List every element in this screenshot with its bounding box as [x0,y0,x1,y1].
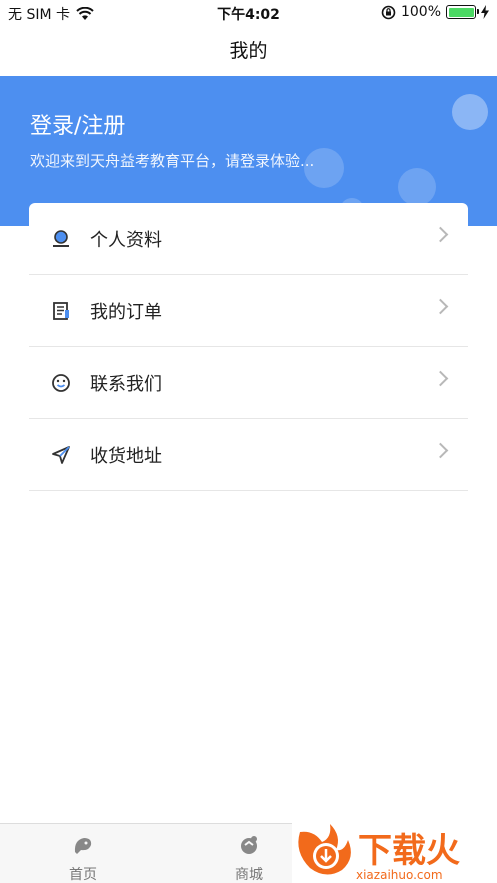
login-register-link[interactable]: 登录/注册 [30,108,125,140]
nav-bar: 我的 [0,26,497,76]
status-bar: 无 SIM 卡 下午4:02 100% [0,0,497,26]
menu-item-contact[interactable]: 联系我们 [29,347,468,419]
order-icon [50,300,72,322]
menu-item-orders[interactable]: 我的订单 [29,275,468,347]
charging-icon [481,5,489,19]
menu-item-profile[interactable]: 个人资料 [29,203,468,275]
login-subtitle: 欢迎来到天舟益考教育平台，请登录体验... [30,152,315,170]
decor-bubble [398,168,436,206]
menu-card: 个人资料 我的订单 联系我们 收货地址 [29,203,468,491]
mall-icon [238,834,260,856]
decor-bubble [452,94,488,130]
chevron-right-icon [432,370,449,387]
tab-label: 首页 [69,867,97,883]
svg-text:下载火: 下载火 [358,831,460,871]
smiley-icon [50,372,72,394]
home-bird-icon [72,834,94,856]
send-icon [50,444,72,466]
battery-icon [446,5,479,19]
status-right: 100% [381,4,489,20]
chevron-right-icon [432,298,449,315]
page-title: 我的 [229,40,268,62]
menu-item-label: 联系我们 [90,373,162,395]
menu-item-label: 收货地址 [90,445,162,467]
watermark-logo: 下载火 xiazaihuo.com [292,818,497,883]
menu-item-address[interactable]: 收货地址 [29,419,468,491]
tab-home[interactable]: 首页 [0,824,166,883]
menu-item-label: 个人资料 [90,229,162,251]
chevron-right-icon [432,442,449,459]
svg-text:xiazaihuo.com: xiazaihuo.com [356,868,443,882]
battery-percent: 100% [400,4,441,20]
menu-item-label: 我的订单 [90,301,162,323]
rotation-lock-icon [381,5,396,19]
chevron-right-icon [432,226,449,243]
profile-icon [50,228,72,250]
